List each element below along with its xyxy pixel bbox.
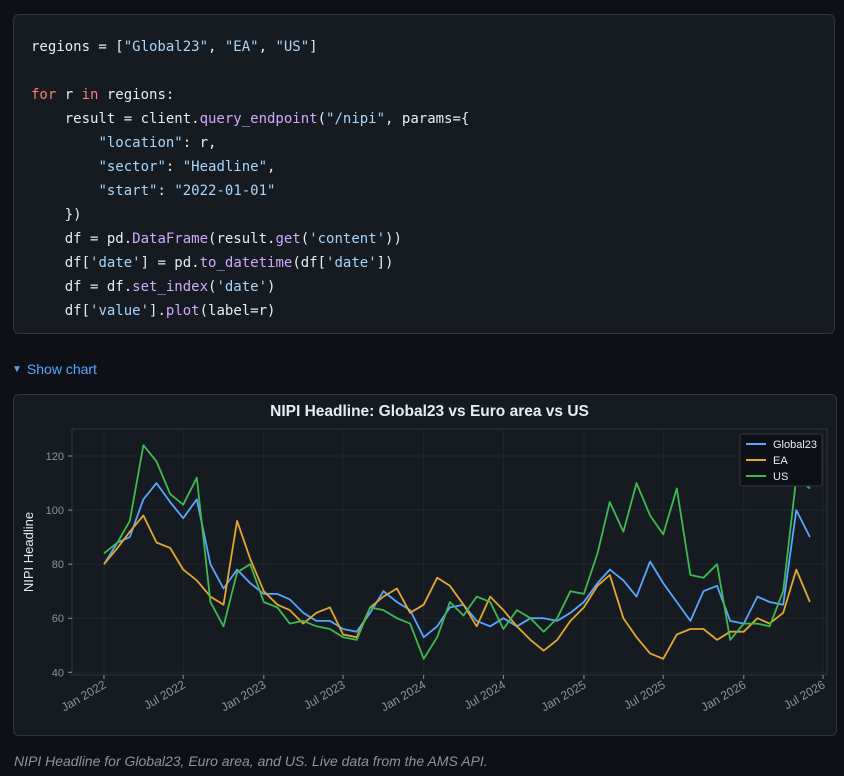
code-token: get [275, 231, 301, 247]
code-token: ] = pd. [140, 255, 200, 271]
code-token: "US" [275, 39, 310, 55]
legend-label-global23: Global23 [773, 439, 817, 451]
code-token: 'date' [90, 255, 141, 271]
code-token: for [31, 87, 57, 103]
x-tick-label: Jan 2026 [699, 677, 749, 714]
code-token: (label=r) [199, 303, 276, 319]
code-line: result = client.query_endpoint("/nipi", … [31, 107, 834, 131]
code-token: df = pd. [31, 231, 133, 247]
code-token: ( [300, 231, 310, 247]
code-token: 'content' [309, 231, 386, 247]
code-token: DataFrame [132, 231, 209, 247]
code-token: , params={ [385, 111, 470, 127]
code-token: 'date' [216, 279, 268, 295]
show-chart-toggle[interactable]: ▼ Show chart [12, 360, 97, 378]
code-token: , [267, 159, 276, 175]
code-token: df[ [31, 303, 91, 319]
code-token: df[ [31, 255, 91, 271]
code-token: }) [31, 207, 82, 223]
chart-caption: NIPI Headline for Global23, Euro area, a… [14, 753, 488, 769]
code-token: "location" [98, 135, 183, 151]
code-token: )) [385, 231, 402, 247]
line-chart: 40 60 80 100 120 Jan 2022 Jul 2022 Jan 2023 Jul … [21, 403, 828, 714]
code-line: df = df.set_index('date') [31, 275, 834, 299]
code-token: , [208, 39, 225, 55]
code-line: "start": "2022-01-01" [31, 179, 834, 203]
code-token: "/nipi" [326, 111, 386, 127]
x-tick-label: Jul 2022 [141, 677, 188, 712]
code-line: "sector": "Headline", [31, 155, 834, 179]
legend-label-us: US [773, 471, 788, 483]
code-token: r [56, 87, 82, 103]
code-token: ]. [149, 303, 166, 319]
code-token: 'date' [326, 255, 377, 271]
code-token: result = client. [31, 111, 200, 127]
x-tick-label: Jul 2026 [781, 677, 828, 712]
x-tick-label: Jul 2023 [301, 677, 348, 712]
code-line: "location": r, [31, 131, 834, 155]
show-chart-label: Show chart [26, 361, 97, 377]
code-line: regions = ["Global23", "EA", "US"] [31, 35, 834, 59]
code-token: : [165, 159, 183, 175]
code-token: "Headline" [182, 159, 268, 175]
code-token: "sector" [98, 159, 166, 175]
code-token: "Global23" [123, 39, 209, 55]
y-tick-label: 40 [52, 667, 64, 679]
code-token: , [258, 39, 276, 55]
code-token: df = df. [31, 279, 133, 295]
code-token: set_index [132, 279, 209, 295]
code-token: in [81, 87, 99, 103]
y-tick-label: 120 [46, 451, 64, 463]
code-token: "2022-01-01" [174, 183, 276, 199]
code-token: to_datetime [199, 255, 293, 271]
x-tick-label: Jan 2024 [378, 677, 428, 714]
code-token: regions = [ [31, 39, 124, 55]
code-token: 'value' [90, 303, 150, 319]
x-tick-label: Jul 2025 [621, 677, 668, 712]
code-token: : r, [182, 135, 217, 151]
y-axis-label: NIPI Headline [21, 512, 36, 592]
code-token: ] [309, 39, 318, 55]
code-token: (result. [208, 231, 276, 247]
chart-title: NIPI Headline: Global23 vs Euro area vs … [270, 403, 589, 420]
x-tick-label: Jan 2025 [539, 677, 589, 714]
code-token: "EA" [224, 39, 259, 55]
y-tick-label: 80 [52, 559, 64, 571]
code-line: df['value'].plot(label=r) [31, 299, 834, 323]
code-content: regions = ["Global23", "EA", "US"] for r… [14, 15, 834, 323]
x-tick-label: Jan 2023 [219, 677, 269, 714]
y-tick-label: 60 [52, 613, 64, 625]
code-token: plot [165, 303, 200, 319]
code-block: regions = ["Global23", "EA", "US"] for r… [13, 14, 835, 334]
code-line: }) [31, 203, 834, 227]
x-tick-label: Jan 2022 [59, 677, 109, 714]
code-token: regions: [98, 87, 175, 103]
y-tick-label: 100 [46, 505, 64, 517]
code-token: query_endpoint [199, 111, 318, 127]
x-tick-label: Jul 2024 [462, 677, 509, 712]
code-token: ( [317, 111, 327, 127]
code-line: df = pd.DataFrame(result.get('content')) [31, 227, 834, 251]
code-token: ) [267, 279, 276, 295]
code-line: for r in regions: [31, 83, 834, 107]
code-token: "start" [98, 183, 158, 199]
legend-label-ea: EA [773, 455, 788, 467]
code-token: : [157, 183, 175, 199]
triangle-down-icon: ▼ [12, 363, 22, 375]
code-token: (df[ [292, 255, 327, 271]
code-line: df['date'] = pd.to_datetime(df['date']) [31, 251, 834, 275]
code-token: ]) [376, 255, 394, 271]
chart-panel: 40 60 80 100 120 Jan 2022 Jul 2022 Jan 2023 Jul … [13, 394, 837, 736]
